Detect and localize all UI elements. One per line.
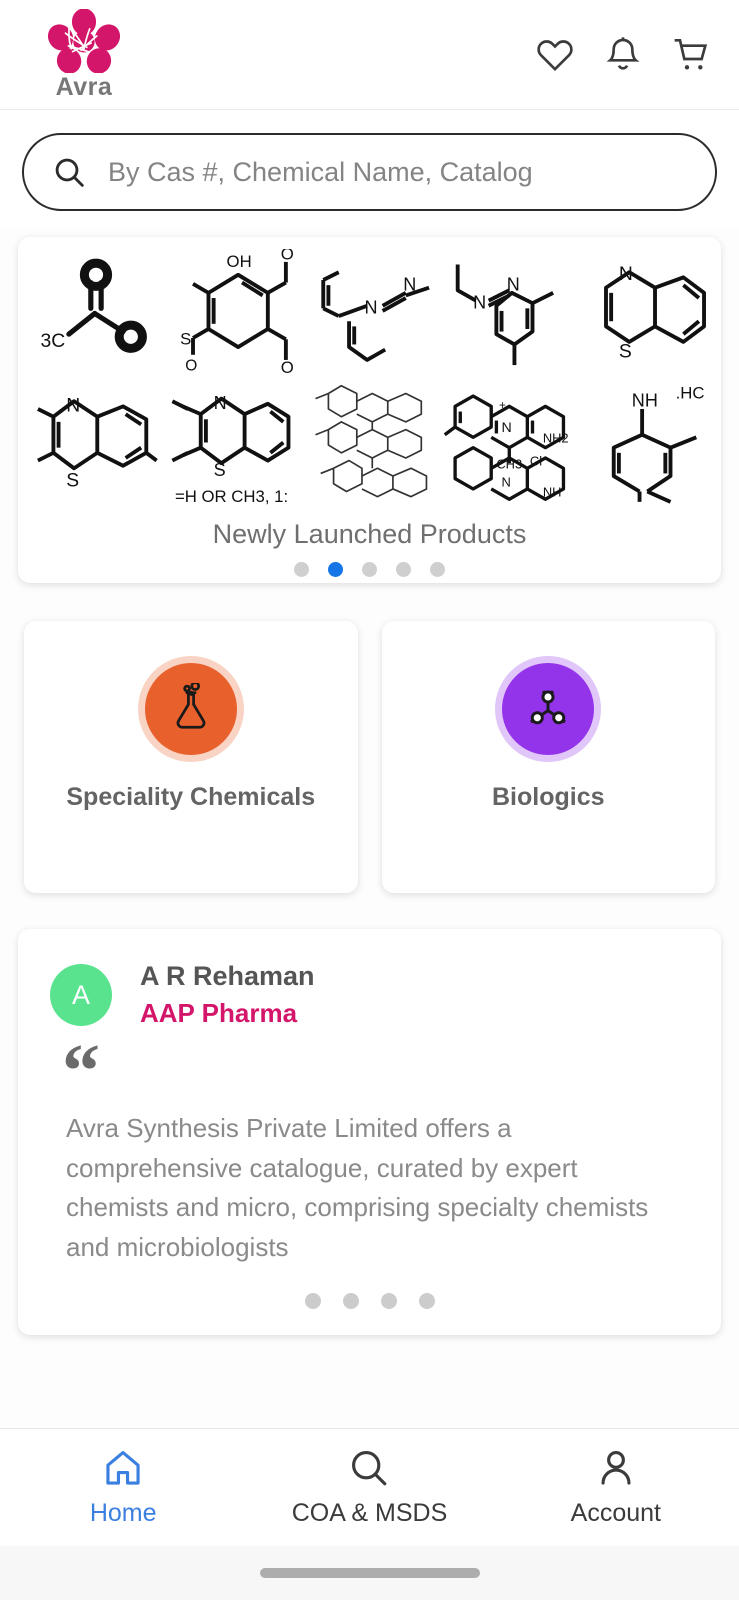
- nav-item-coa-msds[interactable]: COA & MSDS: [246, 1447, 492, 1528]
- svg-text:N: N: [214, 393, 227, 413]
- svg-text:NH2: NH2: [543, 431, 569, 446]
- svg-text:.HC: .HC: [675, 384, 704, 403]
- search-icon[interactable]: [52, 155, 86, 189]
- flower-logo-icon: [47, 9, 121, 73]
- nav-item-home[interactable]: Home: [0, 1447, 246, 1528]
- wishlist-icon[interactable]: [535, 35, 575, 75]
- search-icon: [352, 1451, 387, 1486]
- chemical-structure-4: N N: [455, 264, 555, 366]
- structure-note: =H OR CH3, 1:: [175, 487, 288, 506]
- home-indicator[interactable]: [259, 1568, 480, 1578]
- home-indicator-area: [0, 1546, 739, 1600]
- svg-text:N: N: [403, 274, 416, 294]
- search-input[interactable]: [108, 156, 687, 188]
- testimonial-identity: A R Rehaman AAP Pharma: [140, 961, 315, 1029]
- quote-icon: “: [62, 1029, 100, 1113]
- molecule-icon: [530, 690, 567, 725]
- notifications-icon[interactable]: [603, 35, 643, 75]
- category-card-speciality-chemicals[interactable]: Speciality Chemicals: [24, 621, 358, 893]
- carousel-dot-active[interactable]: [328, 562, 343, 577]
- newly-launched-carousel[interactable]: 3C OH O O S O N N N N N S N S N S =H OR …: [18, 237, 721, 583]
- testimonial-company: AAP Pharma: [140, 998, 298, 1028]
- testimonial-header: A A R Rehaman AAP Pharma: [50, 961, 689, 1029]
- person-icon: [601, 1451, 631, 1485]
- svg-text:3C: 3C: [41, 330, 66, 352]
- avra-logo[interactable]: Avra: [30, 9, 138, 100]
- svg-text:O: O: [281, 358, 294, 377]
- carousel-dots: [18, 562, 721, 577]
- svg-text:S: S: [180, 329, 191, 348]
- testimonial-dot[interactable]: [304, 1293, 321, 1310]
- category-label: Speciality Chemicals: [66, 783, 316, 811]
- avatar: A: [50, 964, 112, 1026]
- carousel-dot[interactable]: [362, 562, 377, 577]
- carousel-caption: Newly Launched Products: [212, 519, 527, 549]
- app-header: Avra: [0, 0, 739, 110]
- svg-text:N: N: [502, 474, 511, 489]
- cart-icon[interactable]: [671, 35, 711, 75]
- home-icon: [106, 1451, 140, 1485]
- nav-label: COA & MSDS: [291, 1499, 448, 1527]
- carousel-dot[interactable]: [396, 562, 411, 577]
- search-section: [0, 110, 739, 229]
- search-bar[interactable]: [22, 133, 717, 211]
- svg-text:OH: OH: [227, 252, 252, 271]
- chemical-structure-9: N + NH2 CH3 Cl N NH: [443, 394, 569, 501]
- category-label: Biologics: [491, 783, 605, 811]
- testimonial-dot[interactable]: [342, 1293, 359, 1310]
- svg-text:N: N: [618, 263, 632, 285]
- testimonial-body: Avra Synthesis Private Limited offers a …: [66, 1113, 649, 1262]
- logo-text: Avra: [55, 73, 113, 101]
- svg-text:O: O: [281, 249, 294, 263]
- chemical-structure-10: NH .HC: [611, 384, 704, 504]
- header-icon-group: [535, 35, 711, 75]
- svg-text:S: S: [66, 469, 79, 491]
- svg-text:N: N: [473, 292, 486, 312]
- chemical-structure-2: OH O O S O: [180, 249, 294, 377]
- svg-text:S: S: [214, 460, 226, 480]
- chemical-structure-1: 3C: [41, 258, 147, 353]
- svg-text:N: N: [507, 274, 520, 294]
- chemical-structure-7: N S =H OR CH3, 1:: [171, 393, 291, 506]
- svg-text:CH3: CH3: [497, 456, 523, 471]
- nav-label: Home: [89, 1499, 157, 1527]
- testimonial-dot[interactable]: [418, 1293, 435, 1310]
- speciality-chemicals-icon-circle: [144, 663, 237, 755]
- chemical-structure-6: N S: [37, 395, 158, 491]
- chemical-structure-3: N N: [321, 270, 430, 362]
- svg-text:NH: NH: [631, 390, 657, 410]
- carousel-dot[interactable]: [430, 562, 445, 577]
- svg-text:Cl: Cl: [530, 454, 542, 469]
- svg-text:O: O: [186, 357, 198, 374]
- svg-text:S: S: [618, 340, 631, 362]
- nav-item-account[interactable]: Account: [493, 1447, 739, 1528]
- flask-icon: [176, 683, 206, 729]
- testimonial-dot[interactable]: [380, 1293, 397, 1310]
- svg-text:N: N: [364, 298, 377, 318]
- bottom-navigation: Home COA & MSDS Account: [0, 1428, 739, 1546]
- svg-text:NH: NH: [543, 485, 562, 500]
- testimonial-card[interactable]: A A R Rehaman AAP Pharma “ Avra Synthesi…: [18, 929, 721, 1336]
- biologics-icon-circle: [502, 663, 595, 755]
- category-card-biologics[interactable]: Biologics: [381, 621, 715, 893]
- svg-text:N: N: [66, 395, 80, 417]
- chemical-structure-grid: 3C OH O O S O N N N N N S N S N S =H OR …: [18, 243, 721, 513]
- carousel-dot[interactable]: [294, 562, 309, 577]
- category-cards: Speciality Chemicals Biologics: [24, 621, 715, 893]
- app-screen: Avra By Cas #, Chemical Name, Catalog 3C…: [0, 0, 739, 1600]
- testimonial-dots: [50, 1293, 689, 1310]
- testimonial-author-name: A R Rehaman: [140, 961, 315, 991]
- chemical-structure-5: N S: [603, 263, 706, 362]
- chemical-structure-8: [315, 384, 428, 498]
- nav-label: Account: [570, 1499, 661, 1527]
- svg-text:N: N: [502, 420, 512, 436]
- svg-text:+: +: [499, 399, 506, 412]
